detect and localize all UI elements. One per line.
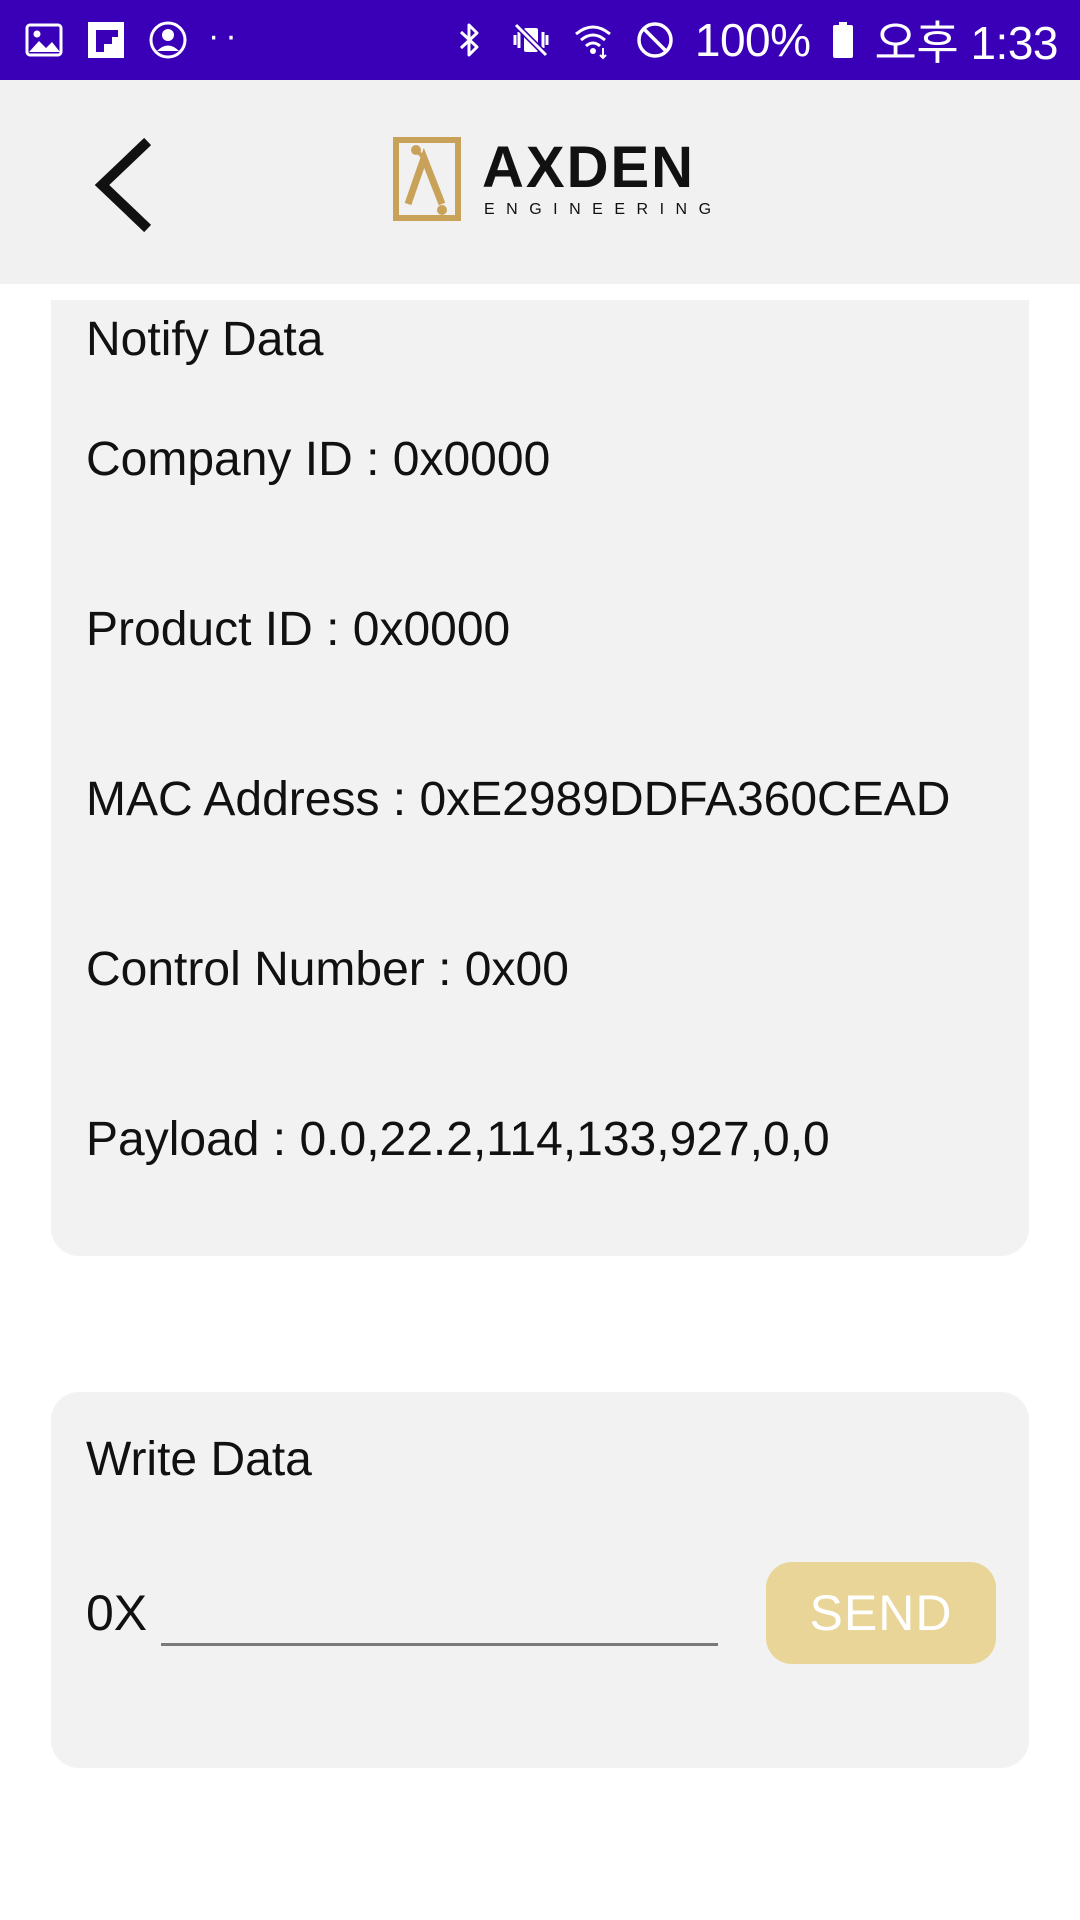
product-id-value: 0x0000	[352, 603, 511, 656]
control-number-label: Control Number :	[86, 943, 465, 996]
payload-value: 0.0,22.2,114,133,927,0,0	[299, 1113, 830, 1166]
write-data-card: Write Data 0X SEND	[51, 1392, 1029, 1768]
mac-address-value: 0xE2989DDFA360CEAD	[419, 773, 951, 826]
battery-icon	[829, 18, 857, 62]
company-id-label: Company ID :	[86, 433, 393, 486]
bluetooth-icon	[447, 18, 491, 62]
notify-data-card: Notify Data Company ID : 0x0000 Product …	[51, 300, 1029, 1256]
product-id-label: Product ID :	[86, 603, 353, 656]
hex-prefix-label: 0X	[86, 1585, 148, 1641]
account-icon	[146, 18, 190, 62]
payload-row: Payload : 0.0,22.2,114,133,927,0,0	[86, 1112, 830, 1167]
control-number-row: Control Number : 0x00	[86, 942, 569, 997]
status-time: 오후 1:33	[874, 17, 1059, 69]
back-button[interactable]	[78, 135, 168, 235]
product-id-row: Product ID : 0x0000	[86, 602, 510, 657]
gallery-icon	[22, 18, 66, 62]
notify-data-title: Notify Data	[86, 313, 324, 366]
notification-dots: ··	[208, 17, 243, 55]
logo-sub-text: ENGINEERING	[484, 201, 723, 218]
payload-label: Payload :	[86, 1113, 300, 1166]
wifi-icon	[571, 18, 615, 62]
chevron-left-icon	[94, 137, 152, 233]
do-not-disturb-icon	[633, 18, 677, 62]
status-bar-left: ··	[22, 18, 243, 62]
control-number-value: 0x00	[464, 943, 569, 996]
company-id-value: 0x0000	[392, 433, 551, 486]
vibrate-off-icon	[509, 18, 553, 62]
logo-text: AXDEN ENGINEERING	[482, 138, 723, 220]
app-bar: AXDEN ENGINEERING	[0, 80, 1080, 284]
send-button[interactable]: SEND	[766, 1562, 996, 1664]
mac-address-label: MAC Address :	[86, 773, 420, 826]
mac-address-row: MAC Address : 0xE2989DDFA360CEAD	[86, 772, 950, 827]
company-id-row: Company ID : 0x0000	[86, 432, 550, 487]
axden-logo-mark-icon	[386, 136, 468, 222]
write-data-title: Write Data	[86, 1433, 312, 1486]
battery-percent: 100%	[694, 14, 811, 66]
logo-main-text: AXDEN	[482, 135, 696, 200]
status-bar: ·· 100% 오후 1:33	[0, 0, 1080, 80]
flipboard-icon	[84, 18, 128, 62]
status-bar-right: 100% 오후 1:33	[447, 7, 1059, 73]
axden-logo: AXDEN ENGINEERING	[386, 134, 723, 224]
hex-data-input[interactable]	[161, 1580, 718, 1646]
